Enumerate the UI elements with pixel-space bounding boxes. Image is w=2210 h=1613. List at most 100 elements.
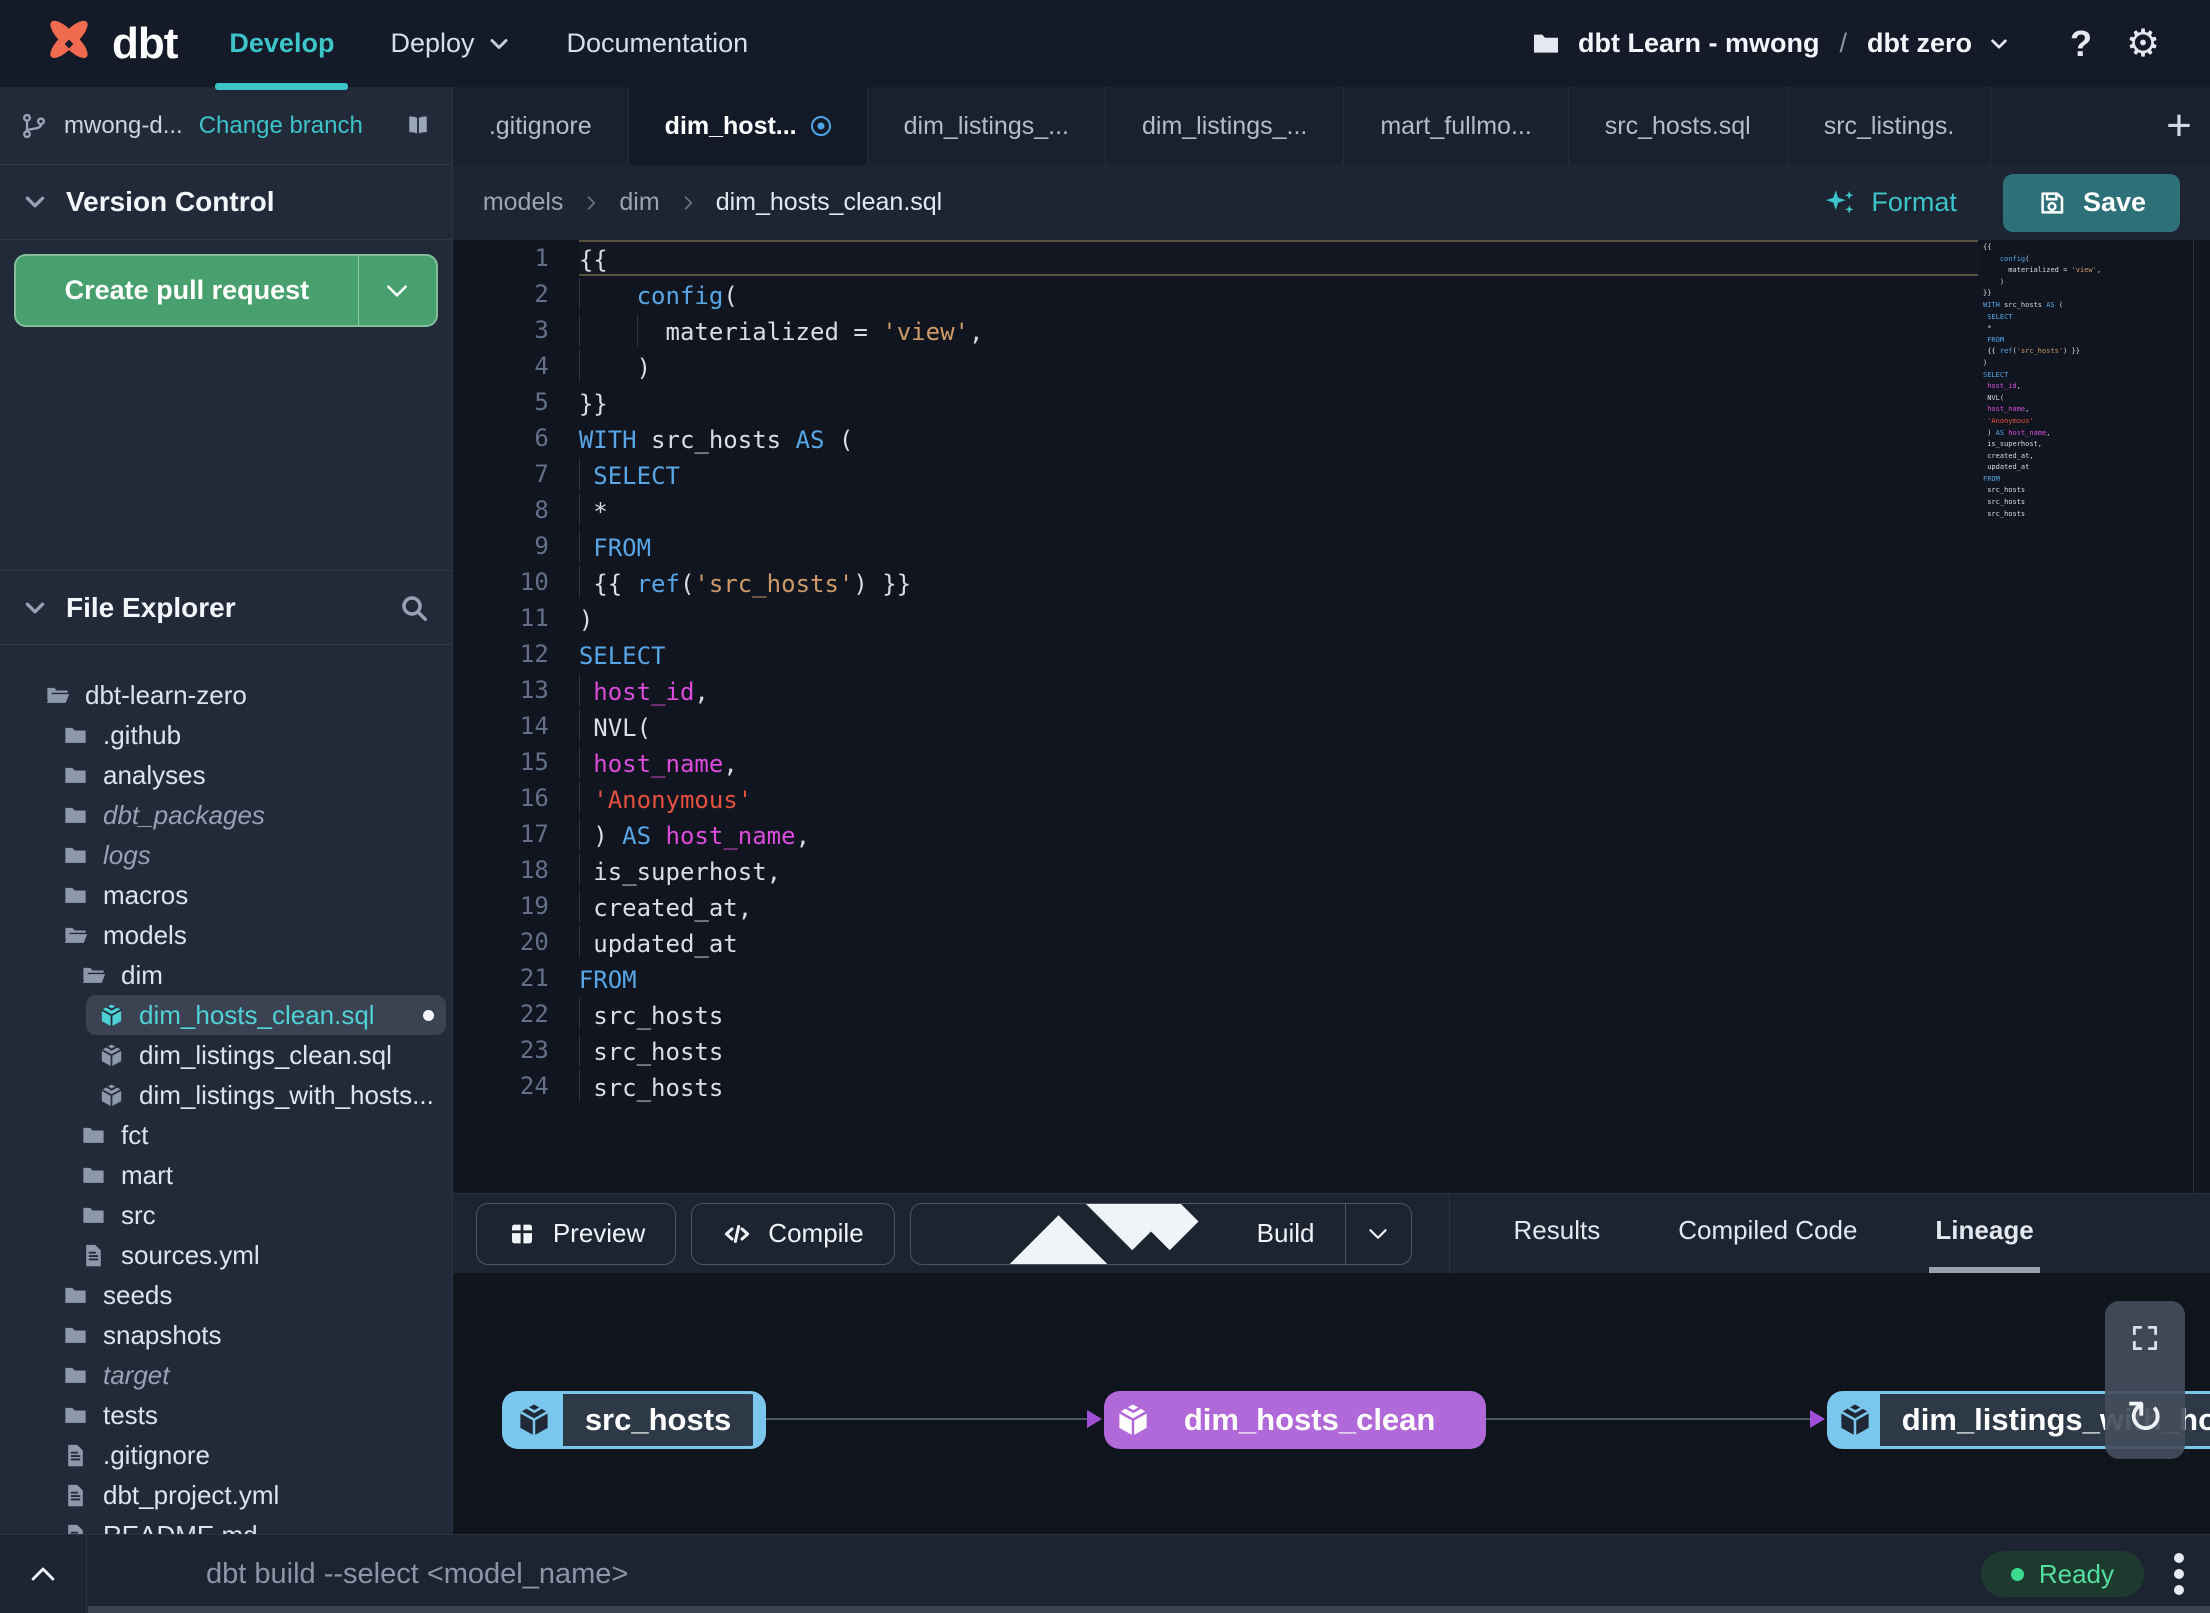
- tree-item-snapshots[interactable]: snapshots: [50, 1315, 446, 1355]
- tree-item-label: mart: [121, 1159, 173, 1190]
- code-line[interactable]: SELECT: [578, 456, 1978, 492]
- compile-button[interactable]: Compile: [691, 1202, 895, 1265]
- code-line[interactable]: NVL(: [578, 708, 1978, 744]
- nav-item-develop[interactable]: Develop: [215, 0, 349, 90]
- line-number: 1: [534, 244, 549, 272]
- tree-item-src[interactable]: src: [68, 1195, 446, 1235]
- code-line[interactable]: is_superhost,: [578, 852, 1978, 888]
- code-line[interactable]: 'Anonymous': [578, 780, 1978, 816]
- refresh-icon[interactable]: ↻: [2126, 1394, 2165, 1440]
- lineage-node-dim_hosts_clean[interactable]: dim_hosts_clean: [1103, 1391, 1486, 1449]
- tree-item-mart[interactable]: mart: [68, 1155, 446, 1195]
- tree-item-tests[interactable]: tests: [50, 1395, 446, 1435]
- create-pr-dropdown[interactable]: [357, 256, 436, 325]
- tree-item-dim[interactable]: dim: [68, 955, 446, 995]
- code-line[interactable]: created_at,: [578, 888, 1978, 924]
- tree-item-dbt-learn-zero[interactable]: dbt-learn-zero: [32, 675, 446, 715]
- code-line[interactable]: config(: [578, 276, 1978, 312]
- code-line[interactable]: SELECT: [579, 636, 1978, 672]
- lineage-panel[interactable]: ↻ src_hosts dim_hosts_clean dim_listings_w…: [452, 1273, 2210, 1534]
- format-button[interactable]: Format: [1823, 186, 1957, 220]
- code-area[interactable]: {{ config( materialized = 'view', )}} WIT…: [578, 240, 2210, 1193]
- result-tab-compiled-code[interactable]: Compiled Code: [1672, 1194, 1863, 1273]
- tree-item-fct[interactable]: fct: [68, 1115, 446, 1155]
- gear-icon[interactable]: ⚙: [2126, 25, 2164, 63]
- tree-item-dbt-packages[interactable]: dbt_packages: [50, 795, 446, 835]
- tree-item-dim-hosts-clean-sql[interactable]: dim_hosts_clean.sql: [86, 995, 446, 1035]
- code-line[interactable]: src_hosts: [578, 1032, 1978, 1068]
- result-tab-lineage[interactable]: Lineage: [1929, 1194, 2040, 1273]
- tree-item-sources-yml[interactable]: sources.yml: [68, 1235, 446, 1275]
- build-main[interactable]: Build: [911, 1203, 1345, 1264]
- chevron-right-icon: [678, 193, 698, 213]
- docs-book-icon[interactable]: [404, 112, 432, 140]
- tree-item-macros[interactable]: macros: [50, 875, 446, 915]
- create-pull-request-button[interactable]: Create pull request: [14, 254, 438, 327]
- result-tab-results[interactable]: Results: [1508, 1194, 1607, 1273]
- tree-item--github[interactable]: .github: [50, 715, 446, 755]
- lineage-node-src_hosts[interactable]: src_hosts: [501, 1391, 766, 1449]
- tree-item-seeds[interactable]: seeds: [50, 1275, 446, 1315]
- code-line[interactable]: host_id,: [578, 672, 1978, 708]
- nav-item-deploy[interactable]: Deploy: [390, 0, 510, 87]
- command-input[interactable]: [87, 1557, 1981, 1591]
- code-line[interactable]: }}: [579, 384, 1978, 420]
- preview-button[interactable]: Preview: [475, 1202, 677, 1265]
- code-line[interactable]: ): [578, 348, 1978, 384]
- file-icon: [62, 1482, 89, 1509]
- change-branch-link[interactable]: Change branch: [199, 112, 363, 140]
- new-tab-button[interactable]: +: [2148, 87, 2210, 165]
- code-editor[interactable]: 1 2 3 4 5 6 7 8 9 10 11 12 13 14 15 16 17 18 19 20 21 22 23 24 …: [452, 240, 2210, 1193]
- version-control-header[interactable]: Version Control: [0, 165, 452, 240]
- tree-item-analyses[interactable]: analyses: [50, 755, 446, 795]
- file-tab[interactable]: mart_fullmo...: [1344, 87, 1569, 165]
- line-number: 24: [519, 1072, 549, 1100]
- file-tab[interactable]: dim_listings_...: [868, 87, 1106, 165]
- file-tab[interactable]: .gitignore: [453, 87, 629, 165]
- code-line[interactable]: src_hosts: [578, 996, 1978, 1032]
- fullscreen-icon[interactable]: [2128, 1321, 2162, 1355]
- code-line[interactable]: WITH src_hosts AS (: [579, 420, 1978, 456]
- collapse-panel-button[interactable]: [0, 1535, 87, 1613]
- file-explorer-header[interactable]: File Explorer: [0, 570, 452, 645]
- tree-item-dim-listings-with-hosts-[interactable]: dim_listings_with_hosts...: [86, 1075, 446, 1115]
- file-tab[interactable]: dim_listings_...: [1106, 87, 1345, 165]
- minimap[interactable]: {{ config( materialized = 'view', )}} WIT…: [1983, 242, 2188, 520]
- help-button[interactable]: ?: [2070, 23, 2092, 65]
- code-line[interactable]: *: [578, 492, 1978, 528]
- dbt-brand[interactable]: dbt: [0, 15, 229, 73]
- code-line[interactable]: ) AS host_name,: [578, 816, 1978, 852]
- code-line[interactable]: {{: [578, 240, 1978, 276]
- code-line[interactable]: {{ ref('src_hosts') }}: [578, 564, 1978, 600]
- code-line[interactable]: FROM: [579, 960, 1978, 996]
- minimap-line: updated_at: [1983, 463, 2030, 472]
- tree-item-logs[interactable]: logs: [50, 835, 446, 875]
- tree-item--gitignore[interactable]: .gitignore: [50, 1435, 446, 1475]
- file-tab-label: dim_listings_...: [1142, 111, 1308, 140]
- build-button[interactable]: Build: [909, 1202, 1412, 1265]
- project-switcher[interactable]: dbt Learn - mwong / dbt zero: [1530, 28, 2010, 60]
- minimap-line: *: [1983, 324, 1992, 333]
- action-bar: Preview Compile Build Results Compiled C…: [452, 1193, 2210, 1273]
- file-tab[interactable]: dim_host...: [628, 87, 868, 165]
- code-line[interactable]: src_hosts: [578, 1068, 1978, 1104]
- save-button[interactable]: Save: [2002, 173, 2180, 232]
- code-line[interactable]: host_name,: [578, 744, 1978, 780]
- build-dropdown[interactable]: [1344, 1203, 1411, 1264]
- code-line[interactable]: materialized = 'view',: [578, 312, 1978, 348]
- nav-item-documentation[interactable]: Documentation: [567, 0, 749, 87]
- search-icon[interactable]: [398, 592, 430, 624]
- code-line[interactable]: updated_at: [578, 924, 1978, 960]
- kebab-menu-icon[interactable]: [2170, 1549, 2188, 1599]
- code-line[interactable]: ): [579, 600, 1978, 636]
- indent-guide: [578, 746, 580, 778]
- file-tab[interactable]: src_hosts.sql: [1569, 87, 1788, 165]
- tree-item-target[interactable]: target: [50, 1355, 446, 1395]
- code-line[interactable]: FROM: [578, 528, 1978, 564]
- file-tab[interactable]: src_listings.: [1788, 87, 1992, 165]
- indent-guide: [578, 530, 580, 562]
- tree-item-models[interactable]: models: [50, 915, 446, 955]
- tree-item-dbt-project-yml[interactable]: dbt_project.yml: [50, 1475, 446, 1515]
- tree-item-dim-listings-clean-sql[interactable]: dim_listings_clean.sql: [86, 1035, 446, 1075]
- tree-item-readme-md[interactable]: README.md: [50, 1515, 446, 1534]
